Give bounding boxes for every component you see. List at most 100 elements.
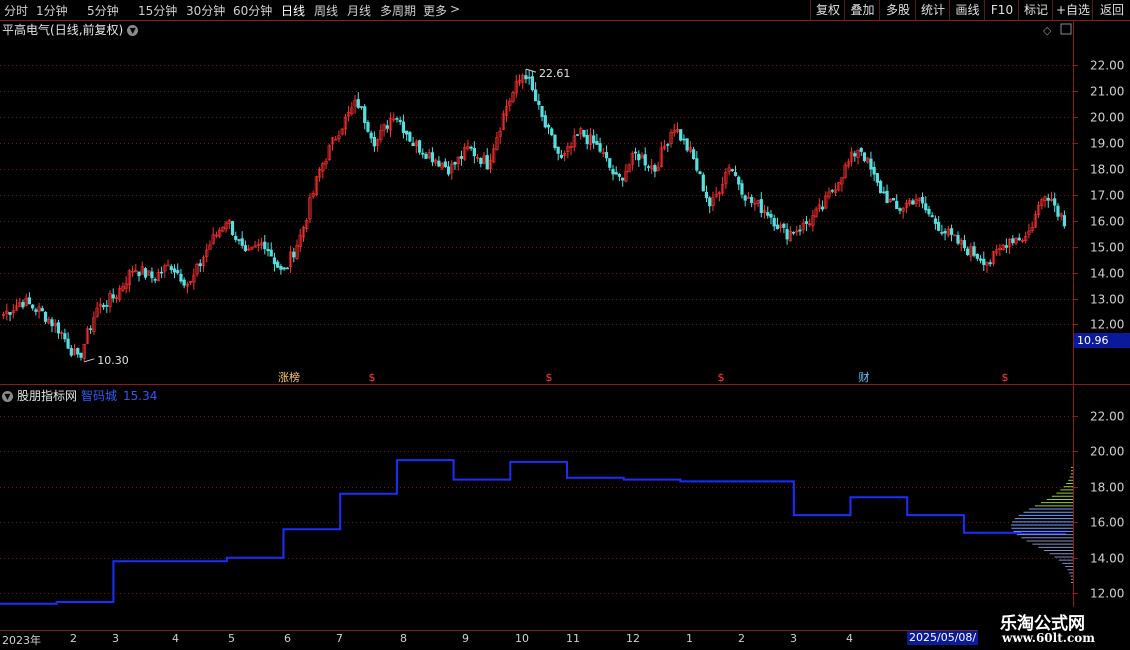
candle-body: [820, 206, 825, 210]
candle-body: [966, 248, 970, 255]
stats-button[interactable]: 统计: [915, 0, 950, 20]
chevron-down-icon[interactable]: ▼: [2, 391, 13, 402]
candle-body: [733, 172, 738, 176]
period-multi[interactable]: 多周期: [380, 2, 416, 19]
period-15min[interactable]: 15分钟: [138, 2, 177, 19]
candle-body: [537, 100, 541, 105]
candle-body: [314, 176, 318, 196]
indicator-value: 15.34: [123, 389, 158, 403]
indicator-source-name: 股朋指标网: [17, 389, 78, 403]
candle-body: [643, 154, 647, 166]
candle-body: [611, 169, 615, 175]
candle-body: [311, 193, 315, 197]
candle-body: [482, 155, 486, 164]
candle-body: [511, 92, 515, 102]
x-tick-label: 5: [228, 632, 235, 645]
candle-body: [721, 183, 725, 194]
candle-body: [72, 348, 77, 355]
panel-toggle-icon: [1060, 23, 1072, 35]
candle-body: [563, 153, 567, 156]
candle-body: [875, 173, 879, 183]
candle-body: [882, 191, 886, 194]
candle-body: [637, 153, 641, 161]
period-1min[interactable]: 1分钟: [36, 2, 68, 19]
chevron-down-icon[interactable]: ▼: [127, 25, 139, 36]
candle-body: [240, 238, 244, 246]
candle-body: [592, 135, 596, 144]
fuquan-button[interactable]: 复权: [810, 0, 845, 20]
candle-body: [924, 203, 928, 211]
candle-body: [769, 213, 773, 218]
candle-body: [475, 157, 480, 159]
x-tick-label: 2023年: [2, 634, 41, 647]
candle-body: [814, 208, 818, 218]
candle-body: [130, 271, 135, 273]
candle-body: [688, 147, 692, 152]
candle-body: [1033, 214, 1037, 228]
period-daily[interactable]: 日线: [281, 2, 305, 19]
candle-body: [788, 230, 792, 242]
candle-body: [891, 198, 896, 201]
candle-body: [669, 132, 673, 144]
candle-body: [382, 124, 386, 131]
candle-body: [218, 229, 222, 237]
candle-body: [376, 139, 380, 146]
candle-body: [166, 264, 170, 267]
candle-body: [895, 200, 899, 210]
mark-button[interactable]: 标记: [1018, 0, 1053, 20]
kline-chart[interactable]: 12.00 13.00 14.00 15.00 16.00 17.00 18.00 19.00…: [0, 0, 1130, 650]
period-fenshi[interactable]: 分时: [4, 2, 28, 19]
candle-body: [143, 268, 148, 278]
candle-body: [156, 272, 160, 282]
multi-stock-button[interactable]: 多股: [879, 0, 916, 20]
period-60min[interactable]: 60分钟: [233, 2, 272, 19]
period-weekly[interactable]: 周线: [314, 2, 338, 19]
candle-body: [330, 137, 335, 145]
chevron-right-icon[interactable]: >: [450, 2, 460, 16]
candle-body: [269, 249, 273, 257]
candle-body: [160, 271, 164, 274]
candle-body: [550, 128, 554, 136]
period-30min[interactable]: 30分钟: [186, 2, 225, 19]
add-watchlist-button[interactable]: +自选: [1052, 0, 1093, 20]
candle-body: [66, 338, 70, 349]
candle-body: [1014, 237, 1018, 244]
f10-button[interactable]: F10: [984, 0, 1019, 20]
candle-body: [134, 270, 138, 273]
draw-button[interactable]: 画线: [949, 0, 985, 20]
diamond-icon: ◇: [1043, 24, 1052, 37]
candle-body: [272, 257, 277, 265]
candle-body: [230, 220, 235, 235]
period-more[interactable]: 更多: [423, 2, 447, 19]
candle-body: [956, 235, 960, 244]
candle-body: [469, 146, 473, 149]
candle-body: [411, 142, 415, 147]
candle-body: [782, 223, 786, 228]
candle-body: [543, 115, 547, 128]
candle-body: [105, 305, 109, 307]
back-button[interactable]: 返回: [1092, 0, 1130, 20]
y-tick-label: 16.00: [1090, 516, 1124, 530]
candle-body: [1056, 205, 1060, 217]
overlay-button[interactable]: 叠加: [844, 0, 880, 20]
candle-body: [653, 165, 657, 172]
candle-body: [147, 270, 151, 276]
candle-body: [201, 257, 206, 266]
candle-body: [127, 270, 131, 286]
candle-body: [917, 197, 921, 201]
candle-body: [340, 128, 344, 135]
candle-body: [243, 245, 248, 252]
candle-body: [424, 153, 428, 159]
period-5min[interactable]: 5分钟: [87, 2, 119, 19]
x-tick-label: 2: [738, 632, 745, 645]
candle-body: [530, 76, 534, 91]
x-tick-label: 4: [846, 632, 853, 645]
candle-body: [862, 152, 867, 162]
candle-body: [888, 199, 892, 202]
candle-body: [666, 144, 670, 146]
candle-body: [617, 174, 622, 177]
x-tick-label: 3: [112, 632, 119, 645]
candle-body: [308, 197, 312, 220]
period-monthly[interactable]: 月线: [347, 2, 371, 19]
candle-body: [56, 322, 61, 334]
